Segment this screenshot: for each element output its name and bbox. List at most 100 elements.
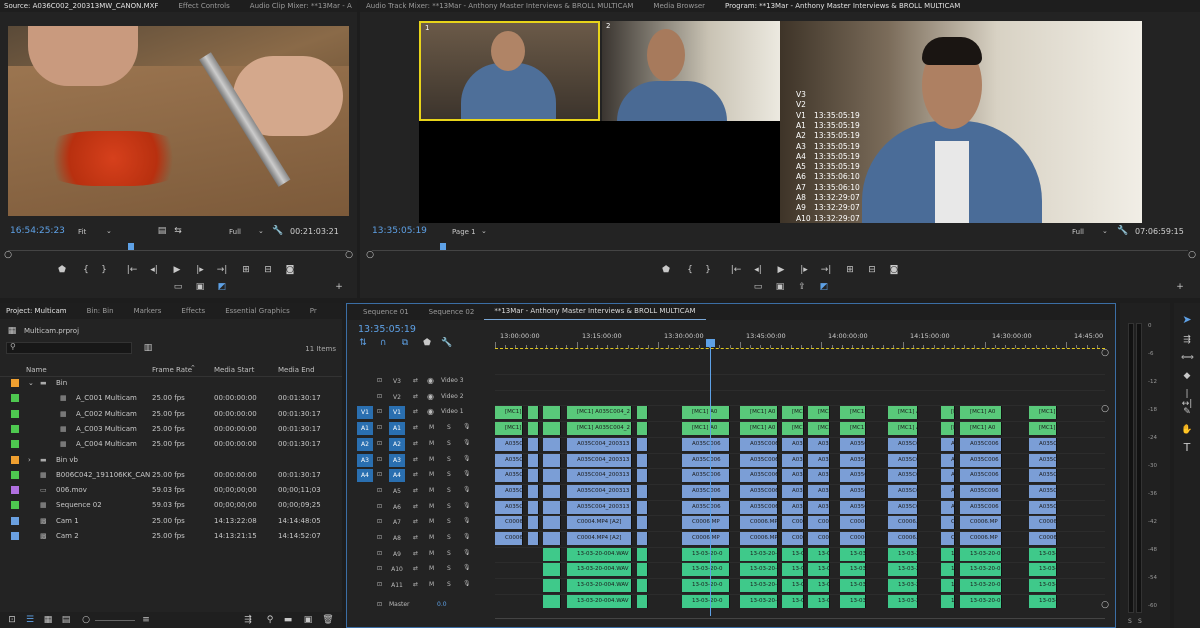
disclosure-icon[interactable]: ⌄	[28, 376, 34, 391]
timeline-clip[interactable]: A035C004_200313	[567, 453, 632, 467]
timeline-clip[interactable]: [MC1] A0	[782, 406, 804, 420]
timeline-clip[interactable]: C0006.MP	[888, 516, 918, 530]
timeline-clip[interactable]: A035C006	[495, 453, 523, 467]
eye-icon[interactable]: ◉	[427, 376, 434, 385]
timeline-clip[interactable]: A035C006	[960, 500, 1002, 514]
track-target-A7[interactable]: A7	[389, 516, 405, 529]
sync-lock-icon[interactable]: ⇄	[413, 550, 418, 557]
list-view-icon[interactable]: ☰	[24, 615, 36, 625]
eye-icon[interactable]: ◉	[427, 392, 434, 401]
timeline-clip[interactable]: C0006.MP	[495, 532, 523, 545]
timeline-clip[interactable]: [MC1] A0	[495, 422, 523, 436]
lock-icon[interactable]: ⊡	[6, 615, 18, 625]
timeline-clip[interactable]: A035C006	[888, 469, 918, 483]
timeline-clip[interactable]: A035C006	[941, 453, 955, 467]
timeline-clip[interactable]: A035C006	[682, 437, 730, 451]
tab-multicam-sequence[interactable]: **13Mar - Anthony Master Interviews & BR…	[484, 304, 706, 320]
timeline-clip[interactable]: 13-03-20-0	[840, 594, 866, 608]
solo-button[interactable]: S	[447, 518, 451, 525]
timeline-clip[interactable]: 13-03-20-0	[888, 579, 918, 593]
timeline-clip[interactable]: 13-03-20-0	[1029, 547, 1057, 561]
program-scrub-bar[interactable]	[372, 250, 1188, 251]
timeline-clip[interactable]: 13-03-20-004.WAV	[567, 579, 632, 593]
timeline-clip[interactable]: A035C006	[782, 500, 804, 514]
track-target-A6[interactable]: A6	[389, 501, 405, 514]
timeline-clip[interactable]: A035C006	[960, 437, 1002, 451]
timeline-clip[interactable]	[528, 437, 539, 451]
timeline-clip[interactable]: A035C006	[495, 437, 523, 451]
project-row[interactable]: ▩ Cam 1 25.00 fps 14:13:22:08 14:14:48:05	[0, 514, 342, 529]
solo-button[interactable]: S	[447, 487, 451, 494]
program-timecode[interactable]: 13:35:05:19	[372, 226, 427, 236]
master-lock-icon[interactable]: ⊡	[377, 601, 382, 608]
timeline-clip[interactable]: A035C006	[782, 469, 804, 483]
track-target-A8[interactable]: A8	[389, 532, 405, 545]
program-playhead[interactable]	[440, 243, 446, 250]
timeline-clip[interactable]: [MC1] A0	[888, 422, 918, 436]
wrench-icon[interactable]: 🔧	[272, 226, 284, 236]
timeline-clip[interactable]: 13-03-20-0	[682, 594, 730, 608]
zoom-slider[interactable]	[95, 620, 135, 621]
sync-lock-icon[interactable]: ⇄	[413, 408, 418, 415]
timeline-clip[interactable]: [MC1] A035C004_2	[567, 406, 632, 420]
timeline-clip[interactable]: [MC1] A0	[682, 422, 730, 436]
sync-lock-icon[interactable]: ⇄	[413, 518, 418, 525]
lock-icon[interactable]: ⊡	[377, 550, 382, 557]
timeline-clip[interactable]: [MC1] A0	[682, 406, 730, 420]
label-color-swatch[interactable]	[11, 532, 19, 540]
timeline-clip[interactable]	[543, 563, 561, 577]
timeline-clip[interactable]: 13-03-20-0	[840, 579, 866, 593]
project-row[interactable]: ▭ 006.mov 59.03 fps 00;00;00;00 00;00;11;03	[0, 483, 342, 498]
lock-icon[interactable]: ⊡	[377, 424, 382, 431]
timeline-clip[interactable]: A035C006	[808, 437, 830, 451]
sync-lock-icon[interactable]: ⇄	[413, 581, 418, 588]
timeline-clip[interactable]: 13-03-20-0	[782, 579, 804, 593]
timeline-clip[interactable]	[543, 437, 561, 451]
lock-icon[interactable]: ⊡	[377, 471, 382, 478]
mute-button[interactable]: M	[429, 424, 434, 431]
timeline-clip[interactable]: A035C006	[840, 469, 866, 483]
timeline-clip[interactable]: A035C006	[941, 484, 955, 498]
find-icon[interactable]: ⚲	[264, 615, 276, 625]
timeline-clip[interactable]: 13-03-20-0	[840, 547, 866, 561]
toggle-proxy-icon-program[interactable]: ◩	[818, 282, 830, 292]
source-patch-A2[interactable]: A2	[357, 437, 373, 451]
track-target-A1[interactable]: A1	[389, 422, 405, 436]
timeline-clip[interactable]: 13-03-20-0	[782, 547, 804, 561]
timeline-clip[interactable]	[543, 469, 561, 483]
timeline-clip[interactable]: C0006.MP	[888, 532, 918, 545]
timeline-clip[interactable]: 13-03-20-0	[941, 563, 955, 577]
timeline-clip[interactable]: A035C006	[808, 500, 830, 514]
project-row[interactable]: ▦ A_C003 Multicam 25.00 fps 00:00:00:00 00:0…	[0, 422, 342, 437]
timeline-clip[interactable]: 13-03-20-004.WAV	[567, 594, 632, 608]
hand-tool-icon[interactable]: ✋	[1181, 425, 1193, 435]
go-to-out-icon[interactable]: →|	[216, 265, 228, 275]
ripple-edit-tool-icon[interactable]: ⟺	[1181, 353, 1194, 363]
project-row[interactable]: ▦ A_C004 Multicam 25.00 fps 00:00:00:00 00:0…	[0, 437, 342, 452]
go-to-in-icon[interactable]: |←	[126, 265, 138, 275]
timeline-clip[interactable]: C0006.MP	[495, 516, 523, 530]
track-target-A5[interactable]: A5	[389, 485, 405, 498]
project-row[interactable]: ▩ Cam 2 25.00 fps 14:13:21:15 14:14:52:07	[0, 529, 342, 544]
mute-button[interactable]: M	[429, 518, 434, 525]
solo-button[interactable]: S	[447, 440, 451, 447]
marker-icon[interactable]: ⬟	[56, 265, 68, 275]
timeline-clip[interactable]	[637, 500, 648, 514]
timeline-clip[interactable]: A035C006	[740, 469, 778, 483]
disclosure-icon[interactable]: ›	[28, 453, 31, 468]
project-row[interactable]: ▦ A_C002 Multicam 25.00 fps 00:00:00:00 00:0…	[0, 407, 342, 422]
timeline-clip[interactable]: A035C006	[808, 469, 830, 483]
program-page-select[interactable]: Page 1	[452, 228, 476, 236]
tab-sequence-02[interactable]: Sequence 02	[419, 304, 485, 320]
label-color-swatch[interactable]	[11, 501, 19, 510]
sync-lock-icon[interactable]: ⇄	[413, 424, 418, 431]
mic-icon[interactable]: 🎙	[463, 486, 471, 493]
safe-margins-icon[interactable]: ▭	[172, 282, 184, 292]
timeline-clip[interactable]	[528, 484, 539, 498]
new-item-icon[interactable]: ▣	[302, 615, 314, 625]
timeline-clip[interactable]: A035C006	[740, 500, 778, 514]
timeline-clip[interactable]	[543, 579, 561, 593]
timeline-clip[interactable]	[528, 532, 539, 545]
timeline-clip[interactable]: 13-03-20-0	[808, 594, 830, 608]
timeline-clip[interactable]	[637, 532, 648, 545]
